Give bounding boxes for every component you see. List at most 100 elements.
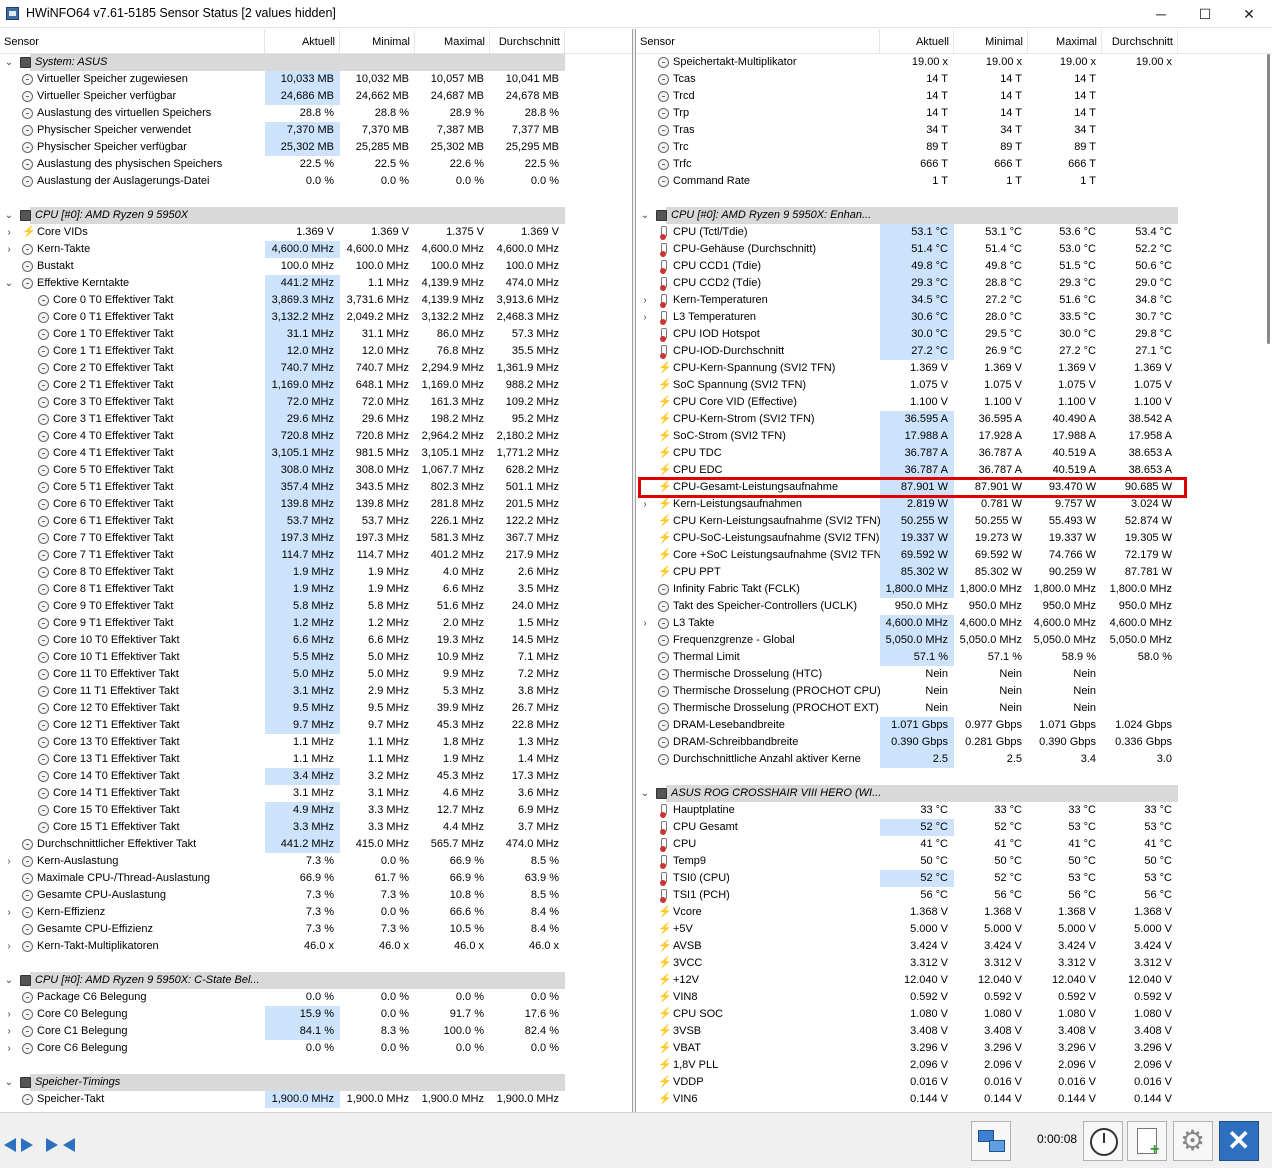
vertical-scrollbar[interactable] [1266, 54, 1272, 1112]
chevron-right-icon[interactable]: › [4, 241, 14, 258]
sensor-row[interactable]: Core 9 T1 Effektiver Takt 1.2 MHz 1.2 MHz 2… [0, 615, 632, 632]
sensor-row[interactable]: Core 14 T1 Effektiver Takt 3.1 MHz 3.1 MHz… [0, 785, 632, 802]
sensor-row[interactable]: › Core C6 Belegung 0.0 % 0.0 % 0.0 % 0.0 % [0, 1040, 632, 1057]
sensor-row[interactable]: Core 6 T1 Effektiver Takt 53.7 MHz 53.7 MH… [0, 513, 632, 530]
chevron-right-icon[interactable]: › [640, 292, 650, 309]
sensor-row[interactable]: CPU-Kern-Spannung (SVI2 TFN) 1.369 V 1.369… [636, 360, 1272, 377]
sensor-row[interactable]: › Kern-Temperaturen 34.5 °C 27.2 °C 51.6 °C 3… [636, 292, 1272, 309]
sensor-row[interactable]: Core 15 T1 Effektiver Takt 3.3 MHz 3.3 MHz… [0, 819, 632, 836]
sensor-row[interactable]: Core 15 T0 Effektiver Takt 4.9 MHz 3.3 MHz… [0, 802, 632, 819]
sensor-group-row[interactable]: ⌄ CPU [#0]: AMD Ryzen 9 5950X: Enhan... [636, 207, 1272, 224]
sensor-row[interactable]: Auslastung des virtuellen Speichers 28.8 … [0, 105, 632, 122]
sensor-row[interactable]: › L3 Takte 4,600.0 MHz 4,600.0 MHz 4,600.0 M… [636, 615, 1272, 632]
sensor-row[interactable]: Thermische Drosselung (PROCHOT CPU) Nein N… [636, 683, 1272, 700]
sensor-row[interactable]: ⌄ Effektive Kerntakte 441.2 MHz 1.1 MHz 4,13… [0, 275, 632, 292]
sensor-row[interactable]: CPU Gesamt 52 °C 52 °C 53 °C 53 °C [636, 819, 1272, 836]
sensor-row[interactable]: CPU EDC 36.787 A 36.787 A 40.519 A 38.653 A [636, 462, 1272, 479]
sensor-row[interactable]: Core 1 T1 Effektiver Takt 12.0 MHz 12.0 MH… [0, 343, 632, 360]
chevron-right-icon[interactable]: › [4, 1006, 14, 1023]
sensor-row[interactable]: Core 14 T0 Effektiver Takt 3.4 MHz 3.2 MHz… [0, 768, 632, 785]
sensor-row[interactable]: Core 0 T0 Effektiver Takt 3,869.3 MHz 3,73… [0, 292, 632, 309]
sensor-row[interactable]: VIN6 0.144 V 0.144 V 0.144 V 0.144 V [636, 1091, 1272, 1108]
scrollbar-thumb[interactable] [1267, 54, 1270, 344]
sensor-row[interactable]: CPU-Gehäuse (Durchschnitt) 51.4 °C 51.4 °C… [636, 241, 1272, 258]
sensor-row[interactable]: Auslastung der Auslagerungs-Datei 0.0 % 0.… [0, 173, 632, 190]
sensor-row[interactable]: Thermal Limit 57.1 % 57.1 % 58.9 % 58.0 % [636, 649, 1272, 666]
sensor-row[interactable]: Core 10 T1 Effektiver Takt 5.5 MHz 5.0 MHz… [0, 649, 632, 666]
sensor-row[interactable]: CPU TDC 36.787 A 36.787 A 40.519 A 38.653 A [636, 445, 1272, 462]
sensor-row[interactable]: Durchschnittliche Anzahl aktiver Kerne 2.… [636, 751, 1272, 768]
sensor-row[interactable]: Trcd 14 T 14 T 14 T [636, 88, 1272, 105]
chevron-right-icon[interactable]: › [4, 1040, 14, 1057]
sensor-group-row[interactable]: ⌄ CPU [#0]: AMD Ryzen 9 5950X: C-State Be… [0, 972, 632, 989]
sensor-row[interactable]: Trfc 666 T 666 T 666 T [636, 156, 1272, 173]
chevron-right-icon[interactable]: › [4, 1023, 14, 1040]
exit-button[interactable]: ✕ [1219, 1121, 1259, 1161]
column-header-avg[interactable]: Durchschnitt [490, 29, 565, 54]
sensor-row[interactable]: Core 12 T1 Effektiver Takt 9.7 MHz 9.7 MHz… [0, 717, 632, 734]
sensor-row[interactable]: Infinity Fabric Takt (FCLK) 1,800.0 MHz 1,… [636, 581, 1272, 598]
sensor-row[interactable]: CPU-Gesamt-Leistungsaufnahme 87.901 W 87.9… [636, 479, 1272, 496]
right-sensor-panel[interactable]: Sensor Aktuell Minimal Maximal Durchschn… [636, 29, 1272, 1112]
chevron-down-icon[interactable]: ⌄ [4, 275, 14, 292]
chevron-down-icon[interactable]: ⌄ [4, 972, 14, 989]
sensor-row[interactable]: Speicher-Takt 1,900.0 MHz 1,900.0 MHz 1,900… [0, 1091, 632, 1108]
sensor-row[interactable]: Virtueller Speicher zugewiesen 10,033 MB 1… [0, 71, 632, 88]
sensor-row[interactable]: 1,8V PLL 2.096 V 2.096 V 2.096 V 2.096 V [636, 1057, 1272, 1074]
sensor-row[interactable]: VIN8 0.592 V 0.592 V 0.592 V 0.592 V [636, 989, 1272, 1006]
sensor-row[interactable]: CPU PPT 85.302 W 85.302 W 90.259 W 87.781 W [636, 564, 1272, 581]
sensor-row[interactable]: Core 10 T0 Effektiver Takt 6.6 MHz 6.6 MHz… [0, 632, 632, 649]
sensor-row[interactable]: Tras 34 T 34 T 34 T [636, 122, 1272, 139]
sensor-row[interactable]: Package C6 Belegung 0.0 % 0.0 % 0.0 % 0.0 % [0, 989, 632, 1006]
left-sensor-panel[interactable]: Sensor Aktuell Minimal Maximal Durchschn… [0, 29, 632, 1112]
sensor-row[interactable]: Tcas 14 T 14 T 14 T [636, 71, 1272, 88]
column-header-avg[interactable]: Durchschnitt [1102, 29, 1178, 54]
chevron-right-icon[interactable]: › [4, 224, 14, 241]
sensor-row[interactable]: Vcore 1.368 V 1.368 V 1.368 V 1.368 V [636, 904, 1272, 921]
sensor-row[interactable]: 3VSB 3.408 V 3.408 V 3.408 V 3.408 V [636, 1023, 1272, 1040]
sensor-row[interactable]: Core 5 T1 Effektiver Takt 357.4 MHz 343.5 … [0, 479, 632, 496]
sensor-row[interactable]: › Kern-Auslastung 7.3 % 0.0 % 66.9 % 8.5 % [0, 853, 632, 870]
close-button[interactable]: ✕ [1226, 0, 1272, 28]
sensor-row[interactable]: Core 2 T1 Effektiver Takt 1,169.0 MHz 648.… [0, 377, 632, 394]
chevron-right-icon[interactable]: › [640, 309, 650, 326]
logging-button[interactable]: + [1127, 1121, 1167, 1161]
sensor-group-row[interactable]: ⌄ System: ASUS [0, 54, 632, 71]
chevron-down-icon[interactable]: ⌄ [640, 207, 650, 224]
sensor-row[interactable]: VBAT 3.296 V 3.296 V 3.296 V 3.296 V [636, 1040, 1272, 1057]
chevron-down-icon[interactable]: ⌄ [4, 207, 14, 224]
sensor-row[interactable]: Command Rate 1 T 1 T 1 T [636, 173, 1272, 190]
sensor-row[interactable]: +12V 12.040 V 12.040 V 12.040 V 12.040 V [636, 972, 1272, 989]
sensor-row[interactable]: +5V 5.000 V 5.000 V 5.000 V 5.000 V [636, 921, 1272, 938]
sensor-row[interactable]: CPU IOD Hotspot 30.0 °C 29.5 °C 30.0 °C 29.8… [636, 326, 1272, 343]
chevron-down-icon[interactable]: ⌄ [4, 54, 14, 71]
sensor-row[interactable]: CPU Kern-Leistungsaufnahme (SVI2 TFN)50.… [636, 513, 1272, 530]
sensor-row[interactable]: CPU CCD1 (Tdie) 49.8 °C 49.8 °C 51.5 °C 50.6… [636, 258, 1272, 275]
sensor-row[interactable]: Core 6 T0 Effektiver Takt 139.8 MHz 139.8 … [0, 496, 632, 513]
sensor-row[interactable]: Durchschnittlicher Effektiver Takt 441.2 … [0, 836, 632, 853]
column-header-max[interactable]: Maximal [415, 29, 490, 54]
sensor-row[interactable]: Core 5 T0 Effektiver Takt 308.0 MHz 308.0 … [0, 462, 632, 479]
sensor-row[interactable]: Core 4 T0 Effektiver Takt 720.8 MHz 720.8 … [0, 428, 632, 445]
sensor-row[interactable]: Core 11 T1 Effektiver Takt 3.1 MHz 2.9 MHz… [0, 683, 632, 700]
sensor-row[interactable]: CPU SOC 1.080 V 1.080 V 1.080 V 1.080 V [636, 1006, 1272, 1023]
maximize-button[interactable]: ☐ [1182, 0, 1228, 28]
sensor-group-row[interactable]: ⌄ Speicher-Timings [0, 1074, 632, 1091]
sensor-row[interactable]: Core 4 T1 Effektiver Takt 3,105.1 MHz 981.… [0, 445, 632, 462]
sensor-row[interactable]: Core 11 T0 Effektiver Takt 5.0 MHz 5.0 MHz… [0, 666, 632, 683]
sensor-row[interactable]: SoC-Strom (SVI2 TFN) 17.988 A 17.928 A 17.9… [636, 428, 1272, 445]
sensor-row[interactable]: Frequenzgrenze - Global 5,050.0 MHz 5,050.… [636, 632, 1272, 649]
sensor-row[interactable]: CPU-Kern-Strom (SVI2 TFN) 36.595 A 36.595 … [636, 411, 1272, 428]
sensor-row[interactable]: CPU CCD2 (Tdie) 29.3 °C 28.8 °C 29.3 °C 29.0… [636, 275, 1272, 292]
minimize-button[interactable]: ─ [1138, 0, 1184, 28]
sensor-row[interactable]: Core 3 T0 Effektiver Takt 72.0 MHz 72.0 MH… [0, 394, 632, 411]
sensor-row[interactable]: CPU (Tctl/Tdie) 53.1 °C 53.1 °C 53.6 °C 53.4… [636, 224, 1272, 241]
sensor-row[interactable]: VDDP 0.016 V 0.016 V 0.016 V 0.016 V [636, 1074, 1272, 1091]
sensor-row[interactable]: TSI1 (PCH) 56 °C 56 °C 56 °C 56 °C [636, 887, 1272, 904]
sensor-row[interactable]: 3VCC 3.312 V 3.312 V 3.312 V 3.312 V [636, 955, 1272, 972]
column-header-current[interactable]: Aktuell [880, 29, 954, 54]
sensor-row[interactable]: Hauptplatine 33 °C 33 °C 33 °C 33 °C [636, 802, 1272, 819]
sensor-row[interactable]: Core 3 T1 Effektiver Takt 29.6 MHz 29.6 MH… [0, 411, 632, 428]
column-header-sensor[interactable]: Sensor [0, 29, 265, 54]
reset-timer-button[interactable] [1083, 1121, 1123, 1161]
